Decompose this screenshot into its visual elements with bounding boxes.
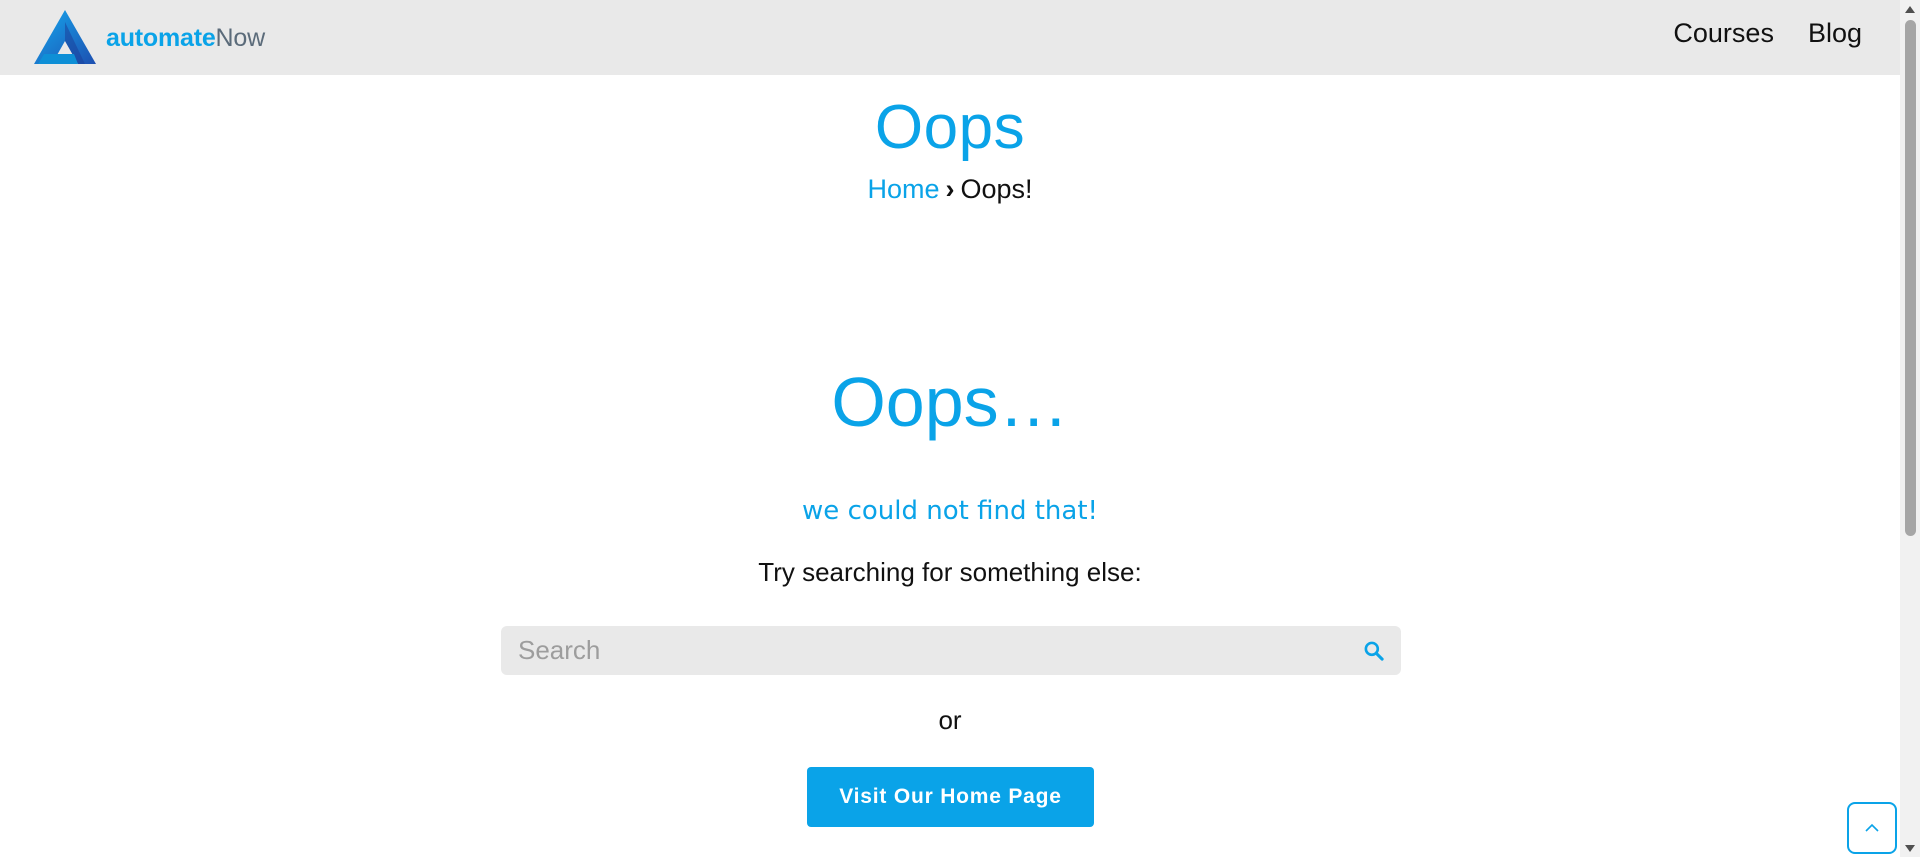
triangle-up-icon [1905,5,1915,13]
breadcrumb: Home › Oops! [0,174,1900,205]
back-to-top-button[interactable] [1847,802,1897,854]
scroll-up-arrow[interactable] [1900,0,1920,18]
error-subheading: we could not find that! [802,496,1098,526]
or-text: or [938,705,962,735]
logo-text-light: Now [215,23,266,52]
logo-text-bold: automate [106,23,216,52]
page-title: Oops [874,93,1026,162]
site-header: automateNow Courses Blog [0,0,1900,75]
search-prompt: Try searching for something else: [758,557,1142,587]
automatenow-logo-icon [34,10,96,64]
error-heading: Oops… [831,363,1069,441]
chevron-up-icon [1865,823,1879,832]
breadcrumb-separator: › [945,174,955,204]
breadcrumb-home-link[interactable]: Home [867,174,939,204]
site-logo[interactable]: automateNow [34,10,265,66]
logo-text: automateNow [106,24,265,53]
main-nav: Courses Blog [1673,18,1862,49]
search-input[interactable] [501,626,1361,675]
search-icon[interactable] [1361,638,1387,664]
vertical-scrollbar[interactable] [1900,0,1920,857]
nav-courses[interactable]: Courses [1673,18,1774,49]
page: automateNow Courses Blog Oops Home › Oops!… [0,0,1920,857]
scroll-down-arrow[interactable] [1900,839,1920,857]
scrollbar-thumb[interactable] [1905,20,1916,536]
breadcrumb-current: Oops! [960,174,1033,204]
search-form [501,626,1401,675]
nav-blog[interactable]: Blog [1808,18,1862,49]
visit-home-button[interactable]: Visit Our Home Page [807,767,1094,827]
triangle-down-icon [1905,844,1915,852]
